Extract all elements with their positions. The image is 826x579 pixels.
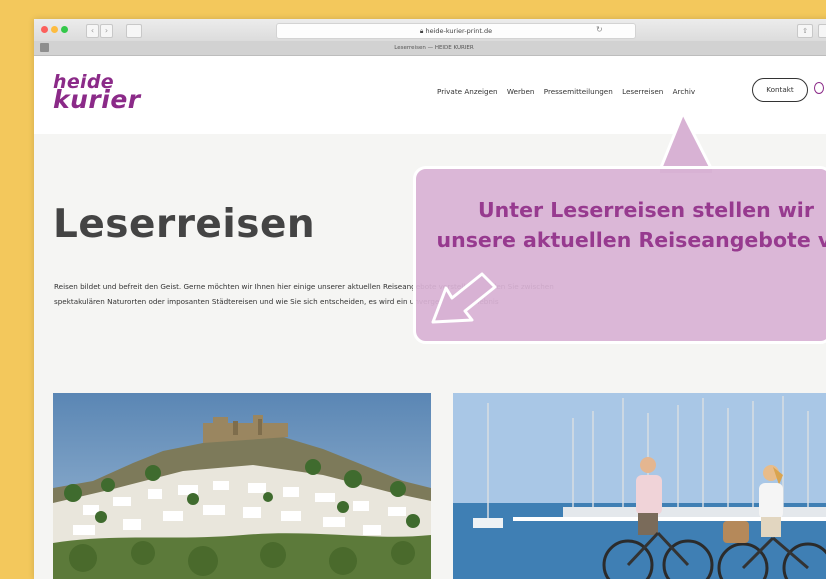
arrow-icon	[431, 169, 712, 324]
